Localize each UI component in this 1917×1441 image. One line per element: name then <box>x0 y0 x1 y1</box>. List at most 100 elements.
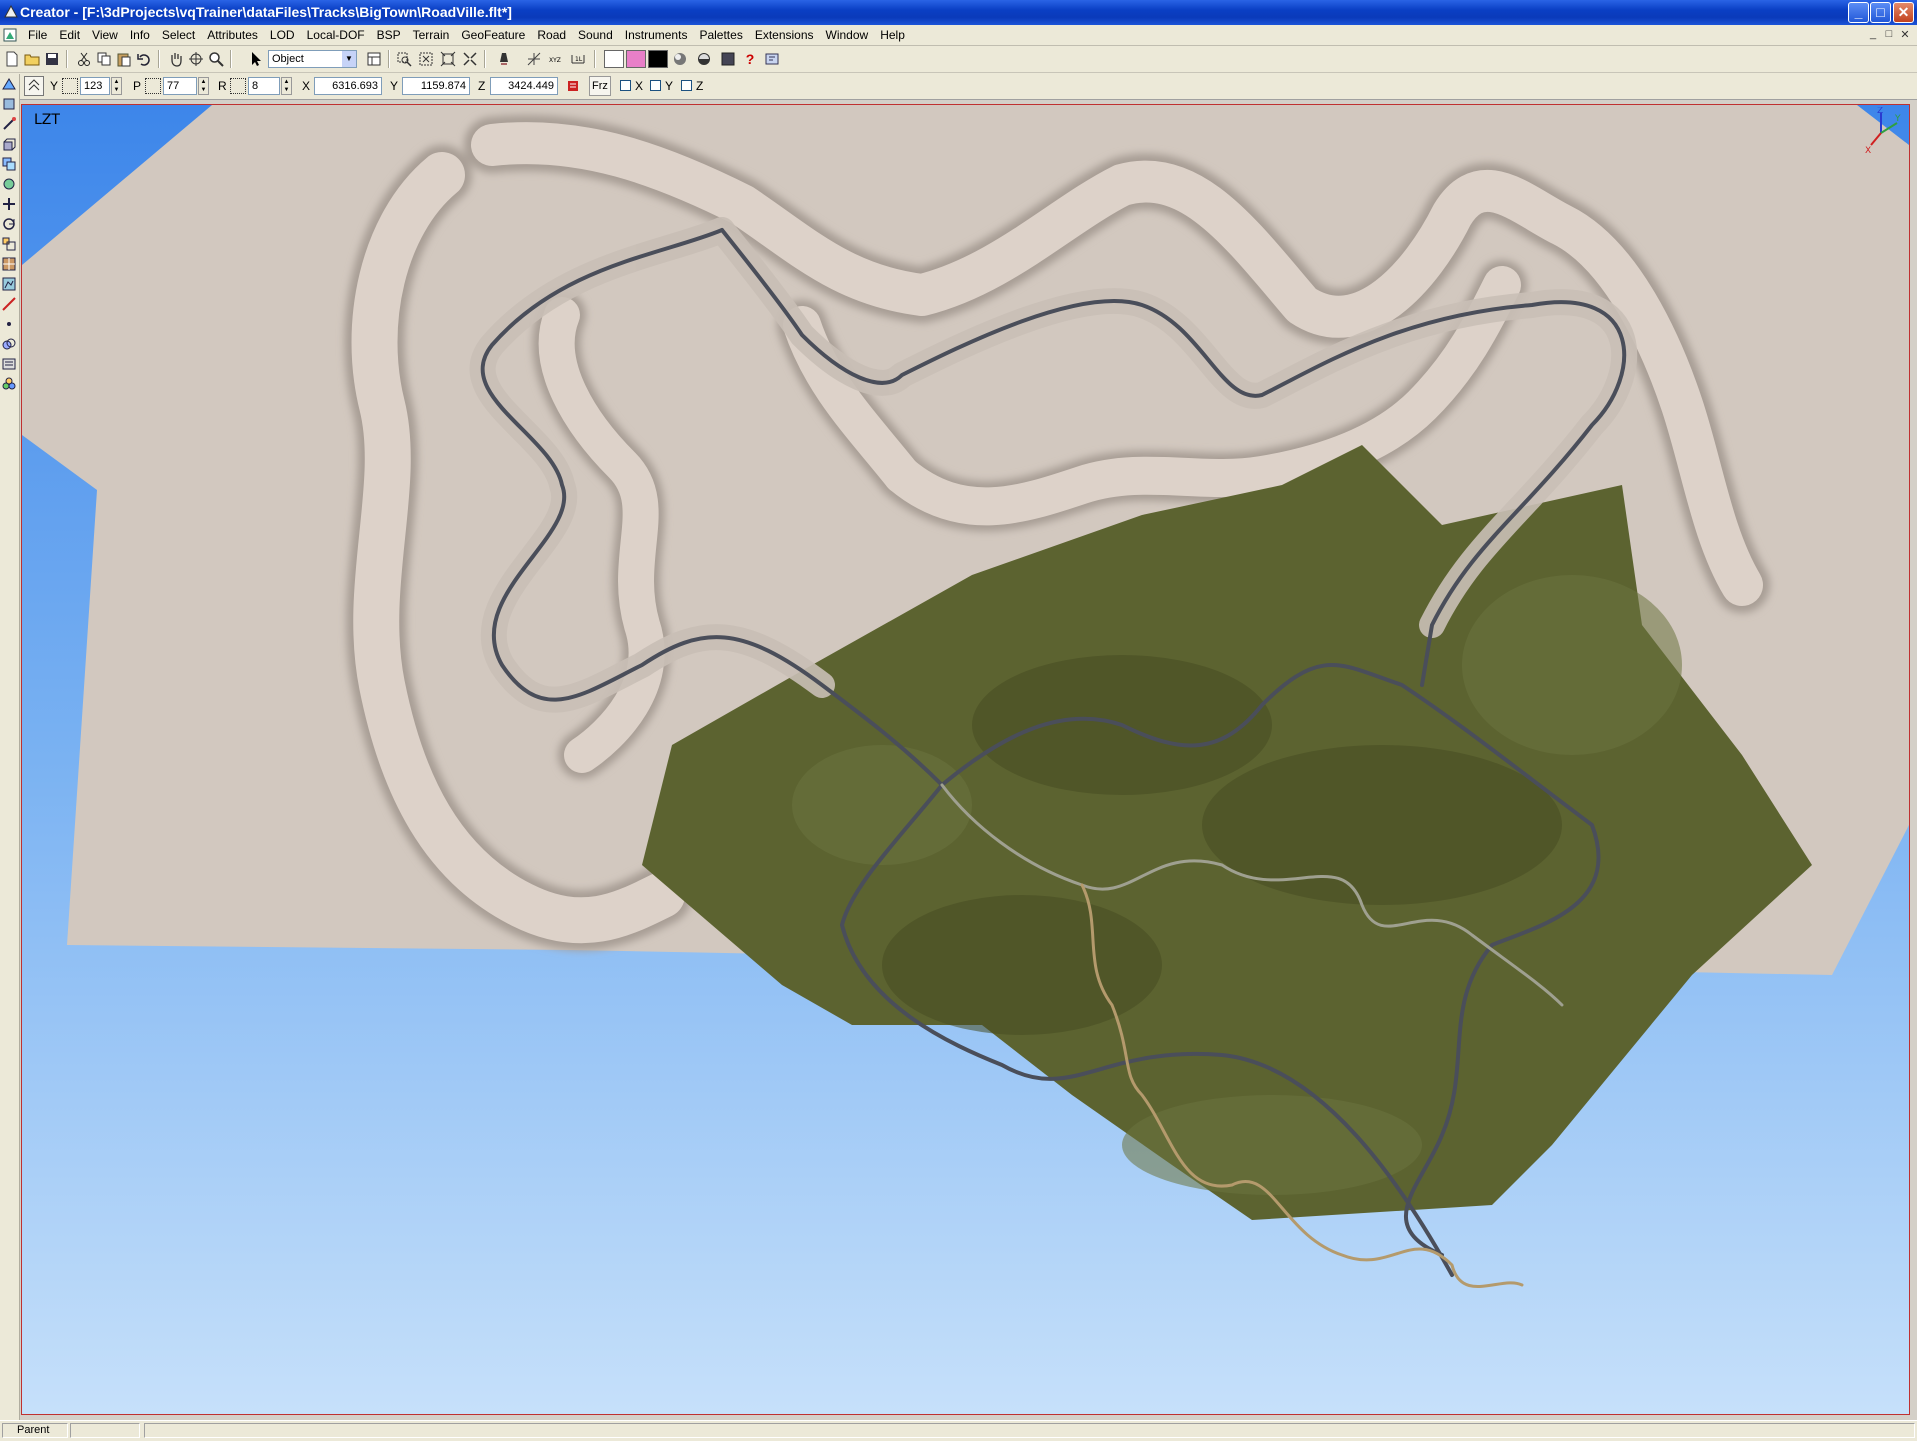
fit-all-icon[interactable] <box>416 49 436 69</box>
rotate-icon[interactable] <box>1 216 17 232</box>
roll-spinner[interactable]: ▲ ▼ <box>281 77 292 95</box>
texture-icon[interactable] <box>1 256 17 272</box>
menu-local-dof[interactable]: Local-DOF <box>301 27 371 43</box>
menu-file[interactable]: File <box>22 27 53 43</box>
fit-zoom-icon[interactable] <box>460 49 480 69</box>
menu-view[interactable]: View <box>86 27 124 43</box>
select-mode-dropdown[interactable]: Object ▼ <box>268 50 357 68</box>
save-icon[interactable] <box>42 49 62 69</box>
shade-sphere-icon[interactable] <box>670 49 690 69</box>
texture-sphere-icon[interactable] <box>694 49 714 69</box>
menu-terrain[interactable]: Terrain <box>407 27 456 43</box>
select-arrow-icon[interactable] <box>246 49 266 69</box>
modify-icon[interactable] <box>1 116 17 132</box>
zoom-icon[interactable] <box>206 49 226 69</box>
undo-icon[interactable] <box>134 49 154 69</box>
pitch-spinner[interactable]: ▲ ▼ <box>198 77 209 95</box>
menu-attributes[interactable]: Attributes <box>201 27 264 43</box>
y-coord-input[interactable]: 1159.874 <box>402 77 470 95</box>
chevron-down-icon[interactable]: ▼ <box>342 51 356 67</box>
mdi-minimize-button[interactable]: _ <box>1866 28 1880 40</box>
yaw-label: Y <box>50 79 59 93</box>
status-pane-2 <box>70 1423 140 1438</box>
new-file-icon[interactable] <box>2 49 22 69</box>
context-help-icon[interactable] <box>762 49 782 69</box>
help-glyph: ? <box>745 51 755 67</box>
scale-icon[interactable] <box>1 236 17 252</box>
lock-x-checkbox[interactable] <box>620 80 631 91</box>
merge-icon[interactable] <box>1 336 17 352</box>
transform-mode-icon[interactable] <box>24 76 44 96</box>
status-bar: Parent <box>0 1420 1917 1441</box>
attributes-icon[interactable] <box>1 356 17 372</box>
menu-info[interactable]: Info <box>124 27 156 43</box>
menu-palettes[interactable]: Palettes <box>693 27 748 43</box>
fit-selected-icon[interactable] <box>438 49 458 69</box>
creator-app-icon[interactable] <box>4 5 18 19</box>
maximize-button[interactable]: □ <box>1870 2 1891 23</box>
lock-y-checkbox[interactable] <box>650 80 661 91</box>
title-bar: Creator - [F:\3dProjects\vqTrainer\dataF… <box>0 0 1917 25</box>
menu-select[interactable]: Select <box>156 27 201 43</box>
mdi-close-button[interactable]: ✕ <box>1898 28 1912 41</box>
menu-help[interactable]: Help <box>874 27 911 43</box>
menu-extensions[interactable]: Extensions <box>749 27 820 43</box>
roll-input[interactable]: 8 <box>248 77 280 95</box>
z-coord-label: Z <box>478 79 486 93</box>
zoom-selection-icon[interactable] <box>394 49 414 69</box>
close-button[interactable]: ✕ <box>1893 2 1914 23</box>
lock-z-label: Z <box>696 79 704 93</box>
pitch-input[interactable]: 77 <box>163 77 197 95</box>
create-face-icon[interactable] <box>1 96 17 112</box>
menu-instruments[interactable]: Instruments <box>619 27 694 43</box>
lock-z-checkbox[interactable] <box>681 80 692 91</box>
pan-hand-icon[interactable] <box>166 49 186 69</box>
create-polygon-icon[interactable] <box>1 76 17 92</box>
yaw-input[interactable]: 123 <box>80 77 110 95</box>
map-icon[interactable] <box>1 276 17 292</box>
color-swatch-black[interactable] <box>648 50 668 68</box>
duplicate-icon[interactable] <box>1 156 17 172</box>
cut-icon[interactable] <box>74 49 94 69</box>
vertex-icon[interactable] <box>1 316 17 332</box>
pitch-angle-icon <box>145 78 161 94</box>
menu-road[interactable]: Road <box>531 27 572 43</box>
menu-edit[interactable]: Edit <box>53 27 86 43</box>
color-swatch-pink[interactable] <box>626 50 646 68</box>
menu-window[interactable]: Window <box>820 27 875 43</box>
status-parent-pane[interactable]: Parent <box>2 1423 68 1438</box>
paste-icon[interactable] <box>114 49 134 69</box>
grid-snap-icon[interactable] <box>524 49 544 69</box>
help-icon[interactable]: ? <box>740 49 760 69</box>
minimize-button[interactable]: _ <box>1848 2 1869 23</box>
document-icon[interactable] <box>2 27 18 43</box>
pitch-label: P <box>133 79 142 93</box>
x-coord-input[interactable]: 6316.693 <box>314 77 382 95</box>
svg-text:1L: 1L <box>575 56 583 63</box>
rotate-view-icon[interactable] <box>186 49 206 69</box>
xyz-constraint-icon[interactable]: XYZ <box>546 49 566 69</box>
extrude-icon[interactable] <box>1 136 17 152</box>
z-coord-input[interactable]: 3424.449 <box>490 77 558 95</box>
3d-viewport[interactable]: LZT Z Y X <box>21 104 1910 1415</box>
material-icon[interactable] <box>718 49 738 69</box>
freeze-button[interactable]: Frz <box>589 76 611 96</box>
terrain-scene[interactable] <box>22 105 1909 1414</box>
mdi-restore-button[interactable]: □ <box>1882 28 1896 40</box>
pin-icon[interactable] <box>563 76 583 96</box>
measure-icon[interactable]: 1L <box>568 49 588 69</box>
color-swatch-white[interactable] <box>604 50 624 68</box>
normals-icon[interactable] <box>1 296 17 312</box>
menu-lod[interactable]: LOD <box>264 27 301 43</box>
open-folder-icon[interactable] <box>22 49 42 69</box>
transform-icon[interactable] <box>1 196 17 212</box>
layout-icon[interactable] <box>364 49 384 69</box>
menu-bsp[interactable]: BSP <box>371 27 407 43</box>
menu-geofeature[interactable]: GeoFeature <box>455 27 531 43</box>
copy-icon[interactable] <box>94 49 114 69</box>
menu-sound[interactable]: Sound <box>572 27 619 43</box>
group-icon[interactable] <box>1 376 17 392</box>
light-icon[interactable] <box>494 49 514 69</box>
geometry-icon[interactable] <box>1 176 17 192</box>
yaw-spinner[interactable]: ▲ ▼ <box>111 77 122 95</box>
